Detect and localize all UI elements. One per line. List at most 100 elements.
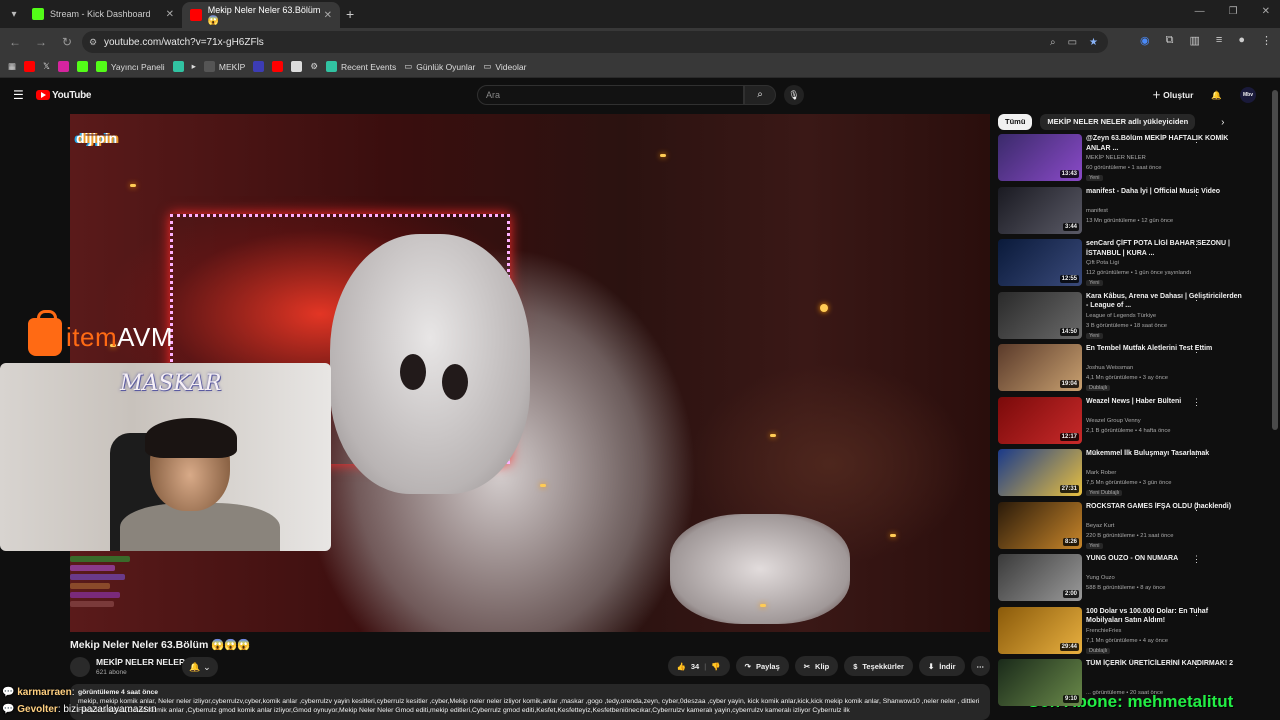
recommended-title[interactable]: En Tembel Mutfak Aletlerini Test Ettim	[1086, 344, 1242, 354]
zoom-icon[interactable]: ⌕	[1050, 37, 1056, 48]
account-avatar[interactable]: Mbv	[1240, 87, 1256, 103]
recommended-video[interactable]: 12:17 Weazel News | Haber Bülteni Weazel G…	[998, 396, 1268, 447]
recommended-title[interactable]: ROCKSTAR GAMES İFŞA OLDU (hacklendi)	[1086, 502, 1242, 512]
recommended-title[interactable]: senCard ÇİFT POTA LİGİ BAHAR SEZONU | İS…	[1086, 239, 1242, 258]
recommended-channel[interactable]: Joshua Weissman	[1086, 365, 1133, 371]
more-vertical-icon[interactable]: ⋮	[1192, 607, 1201, 618]
recommended-title[interactable]: Weazel News | Haber Bülteni	[1086, 397, 1242, 407]
bookmark-gunluk-oyunlar[interactable]: ▭ Günlük Oyunlar	[404, 61, 475, 72]
apps-grid-icon[interactable]: ▦	[8, 61, 16, 72]
address-bar[interactable]: ⚙ youtube.com/watch?v=71x-gH6ZFls ⌕ ▭ ★	[82, 31, 1108, 53]
extension-icon[interactable]: ◉	[1140, 34, 1150, 47]
recommended-channel[interactable]: Çift Pota Ligi	[1086, 260, 1119, 266]
video-thumbnail[interactable]: 9:10	[998, 659, 1082, 706]
video-thumbnail[interactable]: 3:44	[998, 186, 1082, 234]
extensions-puzzle-icon[interactable]: ⧉	[1166, 34, 1174, 47]
cast-icon[interactable]: ▭	[1068, 37, 1077, 48]
more-vertical-icon[interactable]: ⋮	[1192, 397, 1201, 408]
video-thumbnail[interactable]: 14:50	[998, 291, 1082, 339]
media-icon[interactable]: ≡	[1216, 34, 1222, 47]
subscription-bell-button[interactable]: 🔔 ⌄	[182, 657, 218, 677]
recommended-video[interactable]: 8:26 ROCKSTAR GAMES İFŞA OLDU (hacklendi)…	[998, 501, 1268, 552]
bookmark-x[interactable]: 𝕏	[43, 61, 50, 72]
video-thumbnail[interactable]: 27:31	[998, 449, 1082, 496]
video-thumbnail[interactable]: 12:17	[998, 396, 1082, 444]
recommended-title[interactable]: manifest - Daha İyi | Official Music Vid…	[1086, 187, 1242, 197]
channel-name[interactable]: MEKİP NELER NELER	[96, 657, 185, 667]
more-vertical-icon[interactable]: ⋮	[1192, 344, 1201, 355]
recommended-video[interactable]: 9:10 TÜM İÇERİK ÜRETİCİLERİNİ KANDIRMAK! …	[998, 659, 1268, 709]
video-thumbnail[interactable]: 2:00	[998, 554, 1082, 601]
close-tab-icon[interactable]: ✕	[166, 9, 174, 20]
recommended-title[interactable]: YUNG OUZO - ON NUMARA	[1086, 554, 1242, 564]
bookmark-settings[interactable]: ⚙	[310, 61, 318, 72]
bookmark-image[interactable]	[291, 61, 303, 72]
more-vertical-icon[interactable]: ⋮	[1192, 502, 1201, 513]
bookmark-mekip[interactable]: MEKİP	[203, 61, 245, 72]
bookmark-discord[interactable]	[253, 61, 265, 72]
minimize-icon[interactable]: —	[1195, 6, 1205, 17]
recommended-title[interactable]: TÜM İÇERİK ÜRETİCİLERİNİ KANDIRMAK! 2	[1086, 659, 1242, 669]
recommended-video[interactable]: 19:04 En Tembel Mutfak Aletlerini Test Et…	[998, 344, 1268, 394]
hamburger-menu-icon[interactable]: ☰	[13, 88, 24, 102]
clip-button[interactable]: ✂ Klip	[794, 656, 839, 676]
create-button[interactable]: ＋ Oluştur	[1152, 89, 1193, 101]
video-thumbnail[interactable]: 19:04	[998, 344, 1082, 391]
bookmark-youtube-2[interactable]	[272, 61, 284, 72]
new-tab-icon[interactable]: +	[346, 6, 354, 22]
search-button[interactable]: ⌕	[744, 85, 776, 105]
recommended-channel[interactable]: manifest	[1086, 208, 1108, 214]
more-vertical-icon[interactable]: ⋮	[1192, 659, 1201, 670]
menu-kebab-icon[interactable]: ⋮	[1261, 34, 1272, 47]
close-tab-icon[interactable]: ✕	[324, 10, 332, 21]
video-thumbnail[interactable]: 29:44	[998, 606, 1082, 654]
video-description[interactable]: görüntüleme 4 saat önce mekip, mekip kom…	[70, 684, 990, 720]
recommended-title[interactable]: 100 Dolar vs 100.000 Dolar: En Tuhaf Mob…	[1086, 607, 1242, 626]
bookmark-videolar[interactable]: ▭ Videolar	[483, 61, 526, 72]
more-actions-button[interactable]: ⋯	[970, 656, 990, 676]
more-vertical-icon[interactable]: ⋮	[1192, 449, 1201, 460]
chip-all[interactable]: Tümü	[998, 114, 1033, 130]
recommended-channel[interactable]: Beyaz Kurt	[1086, 523, 1114, 529]
maximize-icon[interactable]: ❐	[1229, 6, 1238, 17]
recommended-video[interactable]: 29:44 100 Dolar vs 100.000 Dolar: En Tuha…	[998, 606, 1268, 657]
tab-kick-dashboard[interactable]: Stream - Kick Dashboard ✕	[24, 0, 182, 28]
bookmark-streamlabs[interactable]	[172, 61, 184, 72]
recommended-video[interactable]: 27:31 Mükemmel İlk Buluşmayı Tasarlamak Ma…	[998, 449, 1268, 499]
chevron-right-icon[interactable]: ›	[1221, 117, 1224, 128]
more-vertical-icon[interactable]: ⋮	[1192, 292, 1201, 303]
recommended-channel[interactable]: League of Legends Türkiye	[1086, 313, 1156, 319]
recommended-title[interactable]: Kara Kâbus, Arena ve Dahası | Geliştiric…	[1086, 292, 1242, 311]
recommended-video[interactable]: 3:44 manifest - Daha İyi | Official Music…	[998, 186, 1268, 237]
recommended-channel[interactable]: Weazel Group Venny	[1086, 418, 1141, 424]
search-input[interactable]: Ara	[477, 85, 744, 105]
bookmark-star-icon[interactable]: ★	[1089, 37, 1098, 48]
bookmark-recent-events[interactable]: Recent Events	[325, 61, 396, 72]
recommended-video[interactable]: 14:50 Kara Kâbus, Arena ve Dahası | Geliş…	[998, 291, 1268, 342]
reload-icon[interactable]: ↻	[56, 35, 78, 49]
bookmark-kick[interactable]	[76, 61, 88, 72]
more-vertical-icon[interactable]: ⋮	[1192, 554, 1201, 565]
bookmark-twitch[interactable]: ▸	[192, 61, 196, 72]
tab-search-icon[interactable]: ▾	[4, 4, 24, 24]
page-scrollbar[interactable]	[1272, 90, 1278, 430]
notifications-bell-icon[interactable]: 🔔	[1211, 90, 1222, 101]
tab-youtube-video[interactable]: Mekip Neler Neler 63.Bölüm 😱 ✕	[182, 2, 340, 28]
recommended-video[interactable]: 13:43 @Zeyn 63.Bölüm MEKİP HAFTALIK KOMİK…	[998, 134, 1268, 184]
recommended-channel[interactable]: MEKİP NELER NELER	[1086, 155, 1146, 161]
site-info-icon[interactable]: ⚙	[89, 37, 97, 48]
recommended-channel[interactable]: Yung Ouzo	[1086, 575, 1115, 581]
channel-avatar[interactable]	[70, 657, 90, 677]
recommended-title[interactable]: @Zeyn 63.Bölüm MEKİP HAFTALIK KOMİK ANLA…	[1086, 134, 1242, 153]
voice-search-button[interactable]: 🎙	[784, 85, 804, 105]
bookmark-youtube[interactable]	[24, 61, 36, 72]
back-icon[interactable]: ←	[4, 35, 26, 49]
profile-icon[interactable]: ●	[1238, 34, 1245, 47]
close-window-icon[interactable]: ✕	[1262, 6, 1270, 17]
video-thumbnail[interactable]: 13:43	[998, 134, 1082, 181]
more-vertical-icon[interactable]: ⋮	[1192, 134, 1201, 145]
youtube-logo[interactable]: YouTube	[36, 90, 92, 101]
download-button[interactable]: ⬇ İndir	[918, 656, 965, 676]
recommended-video[interactable]: 2:00 YUNG OUZO - ON NUMARA Yung Ouzo 588 B …	[998, 554, 1268, 604]
chip-uploader[interactable]: MEKİP NELER NELER adlı yükleyiciden	[1040, 114, 1196, 130]
